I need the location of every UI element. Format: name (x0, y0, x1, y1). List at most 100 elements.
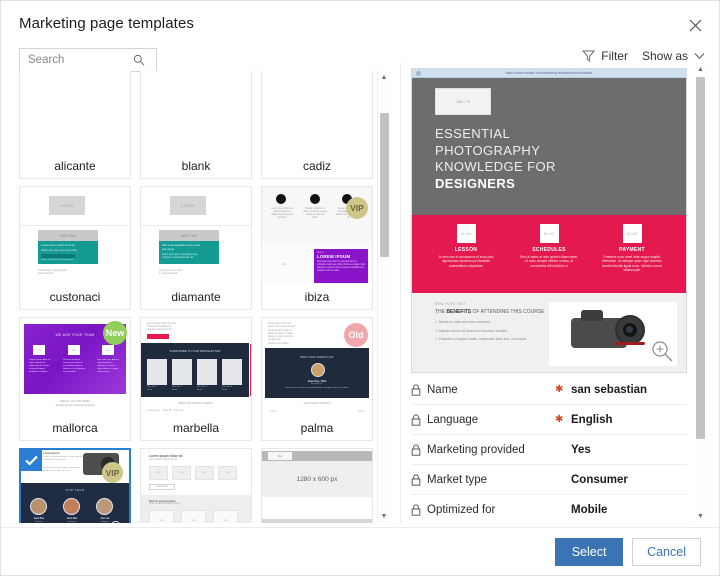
preview-feature-column: 60 x 60 PAYMENT Praesent nunc amet vitae… (596, 224, 668, 273)
thumbnail (141, 71, 251, 152)
hero-line-2: PHOTOGRAPHY (435, 142, 541, 158)
property-value: san sebastian (571, 383, 648, 396)
template-card-marbella[interactable]: Lorem ipsum dolor sit amet Consectetur ad… (140, 317, 252, 441)
badge-vip: VIP (346, 197, 368, 219)
subtitle-pre: THE (435, 309, 447, 315)
template-name: mallorca (20, 414, 130, 440)
funnel-icon (582, 50, 596, 62)
property-label: Name (427, 383, 458, 396)
bullet-text: Mauris eu justo sed lectus euismod. (438, 320, 492, 324)
template-grid-scroll-area[interactable]: alicante blank cadiz LOGO HERO IMG Lorem… (19, 71, 390, 523)
template-card-struct-1[interactable]: Nav 1280 x 600 px struct-1 (261, 448, 373, 523)
template-name: blank (141, 152, 251, 178)
feature-icon-placeholder: 60 x 60 (456, 224, 476, 243)
preview-scrollbar-thumb[interactable] (696, 77, 705, 439)
scroll-down-icon[interactable]: ▼ (378, 510, 390, 523)
preview-benefits-section: NEW YORK 2017 THE BENEFITS OF ATTENDING … (412, 293, 686, 372)
required-asterisk: ✱ (555, 383, 564, 395)
preview-logo-placeholder: 180 x 70 (435, 88, 491, 115)
badge-vip: VIP (102, 462, 123, 483)
template-card-mallorca[interactable]: New WE ARE YOUR TEAM img img img Lorem i… (19, 317, 131, 441)
hero-line-3: KNOWLEDGE FOR (435, 159, 556, 174)
template-name: cadiz (262, 152, 372, 178)
lock-icon (411, 504, 427, 516)
preview-bullet: ✓ Mauris eu justo sed lectus euismod. (435, 320, 492, 324)
thumbnail (262, 71, 372, 152)
template-card-san-sebastian[interactable]: VIP Lorem Ipsum Dolor sit amet consectet… (19, 448, 131, 523)
show-as-label: Show as (641, 49, 688, 63)
preview-image: https://www.example.com/marketing-templa… (411, 68, 687, 373)
template-name: custonaci (20, 283, 130, 309)
template-name: ibiza (262, 283, 372, 309)
template-card-diamante[interactable]: LOGO HERO IMG Sed ut perspiciatis unde o… (140, 186, 252, 310)
hero-line-1: ESSENTIAL (435, 126, 511, 141)
scroll-down-icon[interactable]: ▼ (694, 510, 707, 523)
grid-scrollbar-thumb[interactable] (380, 113, 389, 257)
thumbnail: LOGO HERO IMG Lorem ipsum dolor sit amet… (20, 187, 130, 283)
template-card-alicante[interactable]: alicante (19, 71, 131, 179)
template-card-ibiza[interactable]: VIP Lorem ipsum dolor sit amet consectet… (261, 186, 373, 310)
property-value: English (571, 413, 613, 426)
preview-scrollbar[interactable]: ▲ ▼ (694, 63, 707, 523)
bullet-text: Aliquam dictum sit amet enim faucibus so… (438, 328, 508, 333)
preview-bullet: ✓ Phasellus ut sapien mattis, malesuada … (435, 337, 528, 342)
template-name: diamante (141, 283, 251, 309)
scroll-up-icon[interactable]: ▲ (378, 71, 390, 84)
property-label: Optimized for (427, 504, 496, 516)
subtitle-bold: BENEFITS (446, 309, 472, 315)
lock-icon (411, 413, 427, 426)
property-value: Consumer (571, 473, 628, 486)
template-card-custonaci[interactable]: LOGO HERO IMG Lorem ipsum dolor sit amet… (19, 186, 131, 310)
feature-icon-placeholder: 60 x 60 (539, 224, 559, 243)
magnifier-icon (652, 341, 673, 362)
lock-icon (411, 473, 427, 486)
template-card-blank[interactable]: blank (140, 71, 252, 179)
template-card-sitges[interactable]: Lorem ipsum dolor sit Consectetur adipis… (140, 448, 252, 523)
preview-browser-bar: https://www.example.com/marketing-templa… (412, 69, 686, 78)
dialog-footer: Select Cancel (1, 527, 719, 575)
preview-subtitle: THE BENEFITS OF ATTENDING THIS COURSE (435, 309, 563, 316)
template-grid: alicante blank cadiz LOGO HERO IMG Lorem… (19, 71, 374, 523)
badge-new: New (103, 321, 127, 345)
show-as-button[interactable]: Show as (642, 49, 705, 63)
template-card-cadiz[interactable]: cadiz (261, 71, 373, 179)
page-title: Marketing page templates (19, 15, 194, 32)
filter-label: Filter (601, 49, 628, 63)
thumbnail (20, 71, 130, 152)
close-icon[interactable] (681, 11, 709, 39)
template-card-palma[interactable]: Old Lorem ipsum dolor sit amet consectetu… (261, 317, 373, 441)
cancel-button[interactable]: Cancel (632, 537, 701, 566)
search-icon[interactable] (128, 54, 150, 66)
search-box[interactable] (19, 48, 157, 72)
chevron-down-icon (694, 52, 705, 60)
property-label: Market type (427, 473, 488, 486)
preview-camera-photo (549, 302, 677, 366)
template-name: marbella (141, 414, 251, 440)
marketing-templates-dialog: Marketing page templates Filter Show as (0, 0, 720, 576)
select-button[interactable]: Select (555, 537, 624, 566)
feature-body: Praesent nunc amet vitae augue sagittis … (602, 255, 662, 273)
filter-button[interactable]: Filter (582, 49, 628, 63)
property-row-optimized-for: Optimized for Mobile (411, 495, 687, 523)
lock-icon (411, 383, 427, 396)
property-value: Mobile (571, 504, 608, 516)
property-row-market-type: Market type Consumer (411, 465, 687, 495)
feature-title: SCHEDULES (532, 247, 566, 253)
badge-old: Old (344, 323, 368, 347)
zoom-preview-icon[interactable] (110, 520, 124, 523)
thumbnail: LOGO HERO IMG Sed ut perspiciatis unde o… (141, 187, 251, 283)
template-name: palma (262, 414, 372, 440)
feature-body: Sed ut iustos at unto laoreet ullamcorpe… (520, 255, 578, 268)
search-input[interactable] (20, 49, 128, 71)
scroll-up-icon[interactable]: ▲ (694, 63, 707, 76)
property-row-name: Name ✱ san sebastian (411, 375, 687, 405)
toolbar: Filter Show as (582, 49, 705, 63)
required-asterisk: ✱ (555, 413, 564, 425)
lock-icon (411, 443, 427, 456)
grid-scrollbar[interactable]: ▲ ▼ (377, 71, 390, 523)
feature-body: At vero eos et accusamus et iusto odio d… (438, 255, 494, 268)
template-name: alicante (20, 152, 130, 178)
property-label: Language (427, 413, 479, 426)
preview-hero: 180 x 70 ESSENTIAL PHOTOGRAPHY KNOWLEDGE… (412, 78, 686, 215)
property-value: Yes (571, 443, 591, 456)
